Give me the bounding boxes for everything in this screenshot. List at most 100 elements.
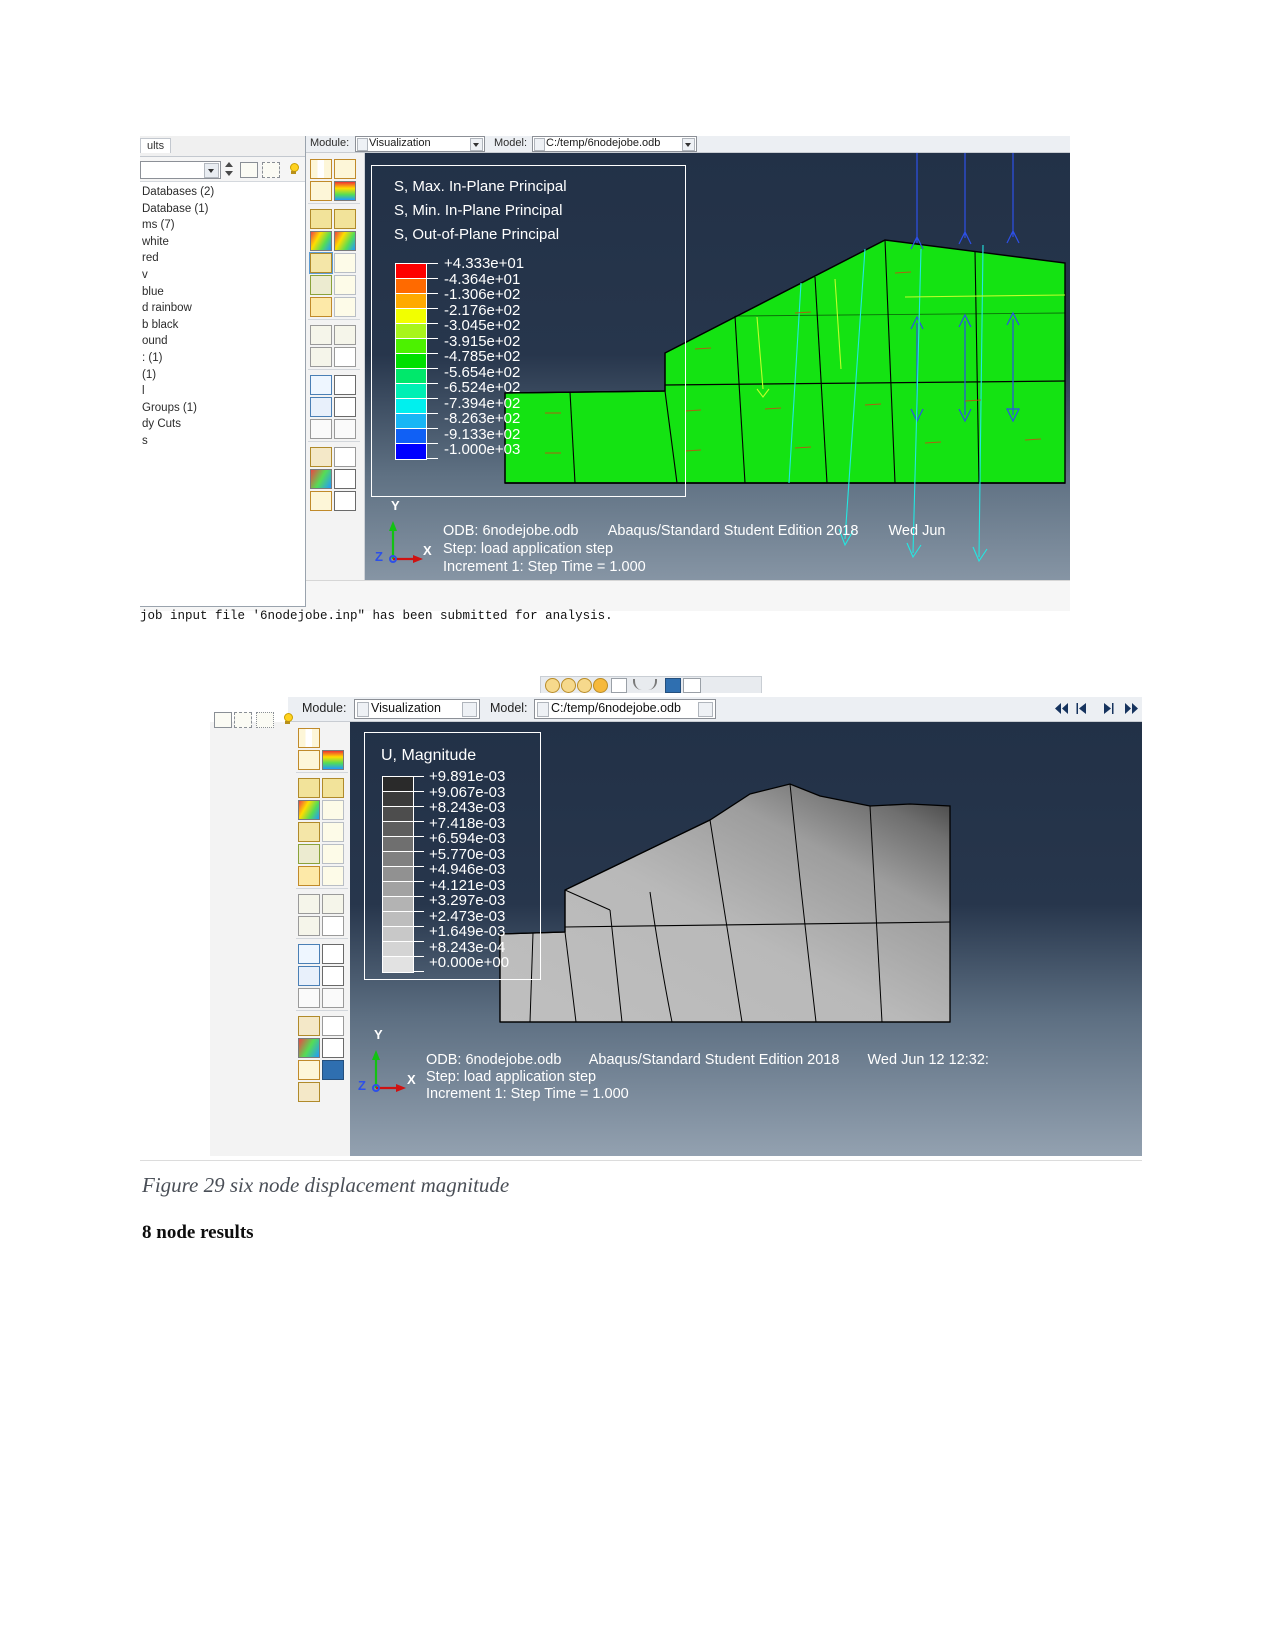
tree-item[interactable]: (1): [140, 367, 305, 384]
next-view-icon[interactable]: [646, 679, 657, 690]
free-body-cut-icon[interactable]: [310, 491, 332, 511]
symbol-options-icon-2[interactable]: [322, 822, 344, 842]
step-frame-icon[interactable]: [310, 181, 332, 201]
stress-linearization-icon-2[interactable]: [322, 1060, 344, 1080]
tree-copy-icon[interactable]: [262, 162, 280, 178]
highlight-bulb-icon-2[interactable]: [280, 712, 294, 726]
probe-values-icon[interactable]: [310, 447, 332, 467]
contour-spectrum-icon[interactable]: [334, 181, 356, 201]
tree-item[interactable]: Databases (2): [140, 184, 305, 201]
tab-results[interactable]: ults: [140, 138, 172, 153]
previous-frame-button[interactable]: [1076, 702, 1091, 715]
material-orientation-options-icon[interactable]: [334, 275, 356, 295]
report-options-icon[interactable]: [334, 469, 356, 489]
plot-contours-icon-2[interactable]: [298, 800, 320, 820]
last-frame-button[interactable]: [1124, 702, 1139, 715]
plot-deformed-icon-2[interactable]: [322, 778, 344, 798]
tree-item[interactable]: blue: [140, 284, 305, 301]
module-combo[interactable]: Visualization: [355, 136, 485, 152]
zoom-view-icon[interactable]: [577, 678, 592, 693]
path-plot-icon[interactable]: [334, 419, 356, 439]
model-combo-2[interactable]: C:/temp/6nodejobe.odb: [534, 699, 716, 719]
material-orientation-options-icon-2[interactable]: [322, 844, 344, 864]
probe-values-icon-2[interactable]: [298, 1016, 320, 1036]
tree-item[interactable]: Groups (1): [140, 400, 305, 417]
contour-options-icon-2[interactable]: [322, 800, 344, 820]
first-frame-button[interactable]: [1054, 702, 1069, 715]
query-icon-2[interactable]: [322, 1016, 344, 1036]
create-xy-data-icon[interactable]: [310, 375, 332, 395]
tree-filter-combo[interactable]: [140, 161, 221, 179]
cycle-view-icon[interactable]: [611, 678, 627, 693]
animate-scale-factor-icon-2[interactable]: [322, 894, 344, 914]
figure-2-viewport[interactable]: U, Magnitude +9.891e-03 +9.067e-03 +8.24…: [350, 722, 1142, 1156]
save-view-icon[interactable]: [665, 678, 681, 693]
xy-data-manager-icon-2[interactable]: [322, 944, 344, 964]
plot-state-options-icon[interactable]: [334, 297, 356, 317]
tree-copy-icon-2[interactable]: [234, 712, 252, 728]
animate-time-history-icon-2[interactable]: [298, 894, 320, 914]
report-options-icon-2[interactable]: [322, 1038, 344, 1058]
animate-scale-factor-icon[interactable]: [334, 325, 356, 345]
create-xy-data-icon-2[interactable]: [298, 944, 320, 964]
model-combo[interactable]: C:/temp/6nodejobe.odb: [532, 136, 697, 152]
viewport-annotation-icon[interactable]: [683, 678, 701, 693]
plot-material-orientation-icon[interactable]: [310, 275, 332, 295]
path-plot-icon-2[interactable]: [322, 988, 344, 1008]
animate-harmonic-icon[interactable]: [310, 347, 332, 367]
spinner-icon[interactable]: [534, 138, 545, 151]
animate-time-history-icon[interactable]: [310, 325, 332, 345]
plot-material-orientation-icon-2[interactable]: [298, 844, 320, 864]
plot-state-options-icon-2[interactable]: [322, 866, 344, 886]
field-output-icon-2[interactable]: [298, 728, 320, 748]
field-output-icon[interactable]: [310, 159, 332, 179]
tree-item[interactable]: : (1): [140, 350, 305, 367]
query-icon[interactable]: [334, 447, 356, 467]
tree-link-icon[interactable]: [256, 712, 274, 728]
tree-item[interactable]: s: [140, 433, 305, 450]
symbol-options-icon[interactable]: [334, 253, 356, 273]
chevron-down-icon[interactable]: [470, 138, 483, 151]
figure-1-viewport[interactable]: S, Max. In-Plane Principal S, Min. In-Pl…: [365, 153, 1070, 601]
color-code-icon[interactable]: [310, 469, 332, 489]
chevron-down-icon[interactable]: [698, 702, 713, 717]
xy-plot-icon-2[interactable]: [298, 966, 320, 986]
path-create-icon-2[interactable]: [298, 988, 320, 1008]
tree-item[interactable]: v: [140, 267, 305, 284]
spinner-icon[interactable]: [357, 702, 369, 717]
tree-item[interactable]: ms (7): [140, 217, 305, 234]
tree-item[interactable]: ound: [140, 333, 305, 350]
spinner-icon[interactable]: [537, 702, 549, 717]
contour-options-icon[interactable]: [334, 231, 356, 251]
color-code-icon-2[interactable]: [298, 1038, 320, 1058]
tree-item[interactable]: l: [140, 383, 305, 400]
free-body-cut-icon-2[interactable]: [298, 1060, 320, 1080]
module-combo-2[interactable]: Visualization: [354, 699, 480, 719]
plot-undeformed-icon-2[interactable]: [298, 778, 320, 798]
step-frame-icon-2[interactable]: [298, 750, 320, 770]
xy-curve-manager-icon[interactable]: [334, 397, 356, 417]
chevron-down-icon[interactable]: [682, 138, 695, 151]
xy-data-manager-icon[interactable]: [334, 375, 356, 395]
next-frame-button[interactable]: [1100, 702, 1115, 715]
allow-multiple-plot-states-icon[interactable]: [310, 297, 332, 317]
tree-spinner[interactable]: [224, 160, 235, 178]
xy-curve-manager-icon-2[interactable]: [322, 966, 344, 986]
allow-multiple-plot-states-icon-2[interactable]: [298, 866, 320, 886]
tree-item[interactable]: white: [140, 234, 305, 251]
tree-item[interactable]: b black: [140, 317, 305, 334]
path-create-icon[interactable]: [310, 419, 332, 439]
animate-harmonic-icon-2[interactable]: [298, 916, 320, 936]
tree-item[interactable]: Database (1): [140, 201, 305, 218]
stress-linearization-icon[interactable]: [334, 491, 356, 511]
tree-expand-icon-2[interactable]: [214, 712, 232, 728]
chevron-down-icon[interactable]: [204, 163, 219, 178]
rotate-view-icon[interactable]: [561, 678, 576, 693]
frame-selector-icon[interactable]: [334, 159, 356, 179]
xy-plot-icon[interactable]: [310, 397, 332, 417]
highlight-bulb-icon[interactable]: [286, 162, 300, 176]
tree-item[interactable]: red: [140, 250, 305, 267]
tree-expand-icon[interactable]: [240, 162, 258, 178]
plot-deformed-icon[interactable]: [334, 209, 356, 229]
plot-symbols-icon-2[interactable]: [298, 822, 320, 842]
